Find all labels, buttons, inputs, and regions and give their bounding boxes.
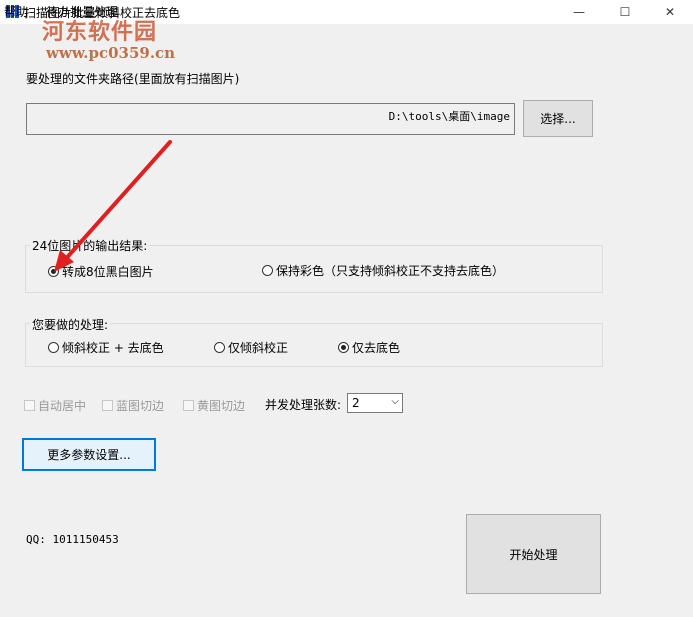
radio-label: 仅倾斜校正 <box>228 341 289 355</box>
start-processing-button[interactable]: 开始处理 <box>466 514 601 594</box>
radio-label: 转成8位黑白图片 <box>62 265 154 279</box>
folder-path-field[interactable]: D:\tools\桌面\image <box>26 103 515 135</box>
concurrent-count-select[interactable]: 2 ⌵ <box>347 393 403 413</box>
checkbox-label: 黄图切边 <box>197 399 246 413</box>
concurrent-count-value: 2 <box>352 396 360 410</box>
checkbox-yellow-trim[interactable]: 黄图切边 <box>183 397 245 414</box>
chevron-down-icon: ⌵ <box>391 396 399 407</box>
select-folder-button[interactable]: 选择... <box>523 100 593 137</box>
radio-selected-icon <box>48 266 59 277</box>
concurrent-count-label: 并发处理张数: <box>265 398 342 412</box>
radio-8bit-bw[interactable]: 转成8位黑白图片 <box>48 263 154 280</box>
minimize-button[interactable]: — <box>556 0 602 24</box>
checkbox-auto-center[interactable]: 自动居中 <box>24 397 86 414</box>
radio-keep-color[interactable]: 保持彩色（只支持倾斜校正不支持去底色） <box>262 262 504 279</box>
radio-remove-bg-only[interactable]: 仅去底色 <box>338 339 400 356</box>
maximize-button[interactable]: ☐ <box>602 0 648 24</box>
checkbox-icon <box>183 400 194 411</box>
radio-unselected-icon <box>48 342 59 353</box>
checkbox-label: 自动居中 <box>38 399 87 413</box>
folder-path-label: 要处理的文件夹路径(里面放有扫描图片) <box>26 72 240 86</box>
checkbox-label: 蓝图切边 <box>116 399 165 413</box>
more-params-button[interactable]: 更多参数设置... <box>22 438 156 471</box>
qq-contact: QQ: 1011150453 <box>26 533 119 546</box>
checkbox-icon <box>24 400 35 411</box>
processing-group-title: 您要做的处理: <box>30 316 111 333</box>
menu-item-help[interactable]: 帮助 <box>4 3 28 20</box>
radio-deskew-and-remove-bg[interactable]: 倾斜校正 + 去底色 <box>48 339 164 356</box>
radio-deskew-only[interactable]: 仅倾斜校正 <box>214 339 288 356</box>
output-result-group-title: 24位图片的输出结果: <box>30 237 150 254</box>
radio-label: 仅去底色 <box>352 341 401 355</box>
watermark-text: 河东软件园 <box>42 20 158 45</box>
close-button[interactable]: ✕ <box>647 0 693 24</box>
radio-label: 保持彩色（只支持倾斜校正不支持去底色） <box>276 264 505 278</box>
checkbox-blue-trim[interactable]: 蓝图切边 <box>102 397 164 414</box>
radio-selected-icon <box>338 342 349 353</box>
radio-unselected-icon <box>214 342 225 353</box>
watermark-url: www.pc0359.cn <box>46 44 176 62</box>
radio-label: 倾斜校正 + 去底色 <box>62 341 164 355</box>
radio-unselected-icon <box>262 265 273 276</box>
checkbox-icon <box>102 400 113 411</box>
